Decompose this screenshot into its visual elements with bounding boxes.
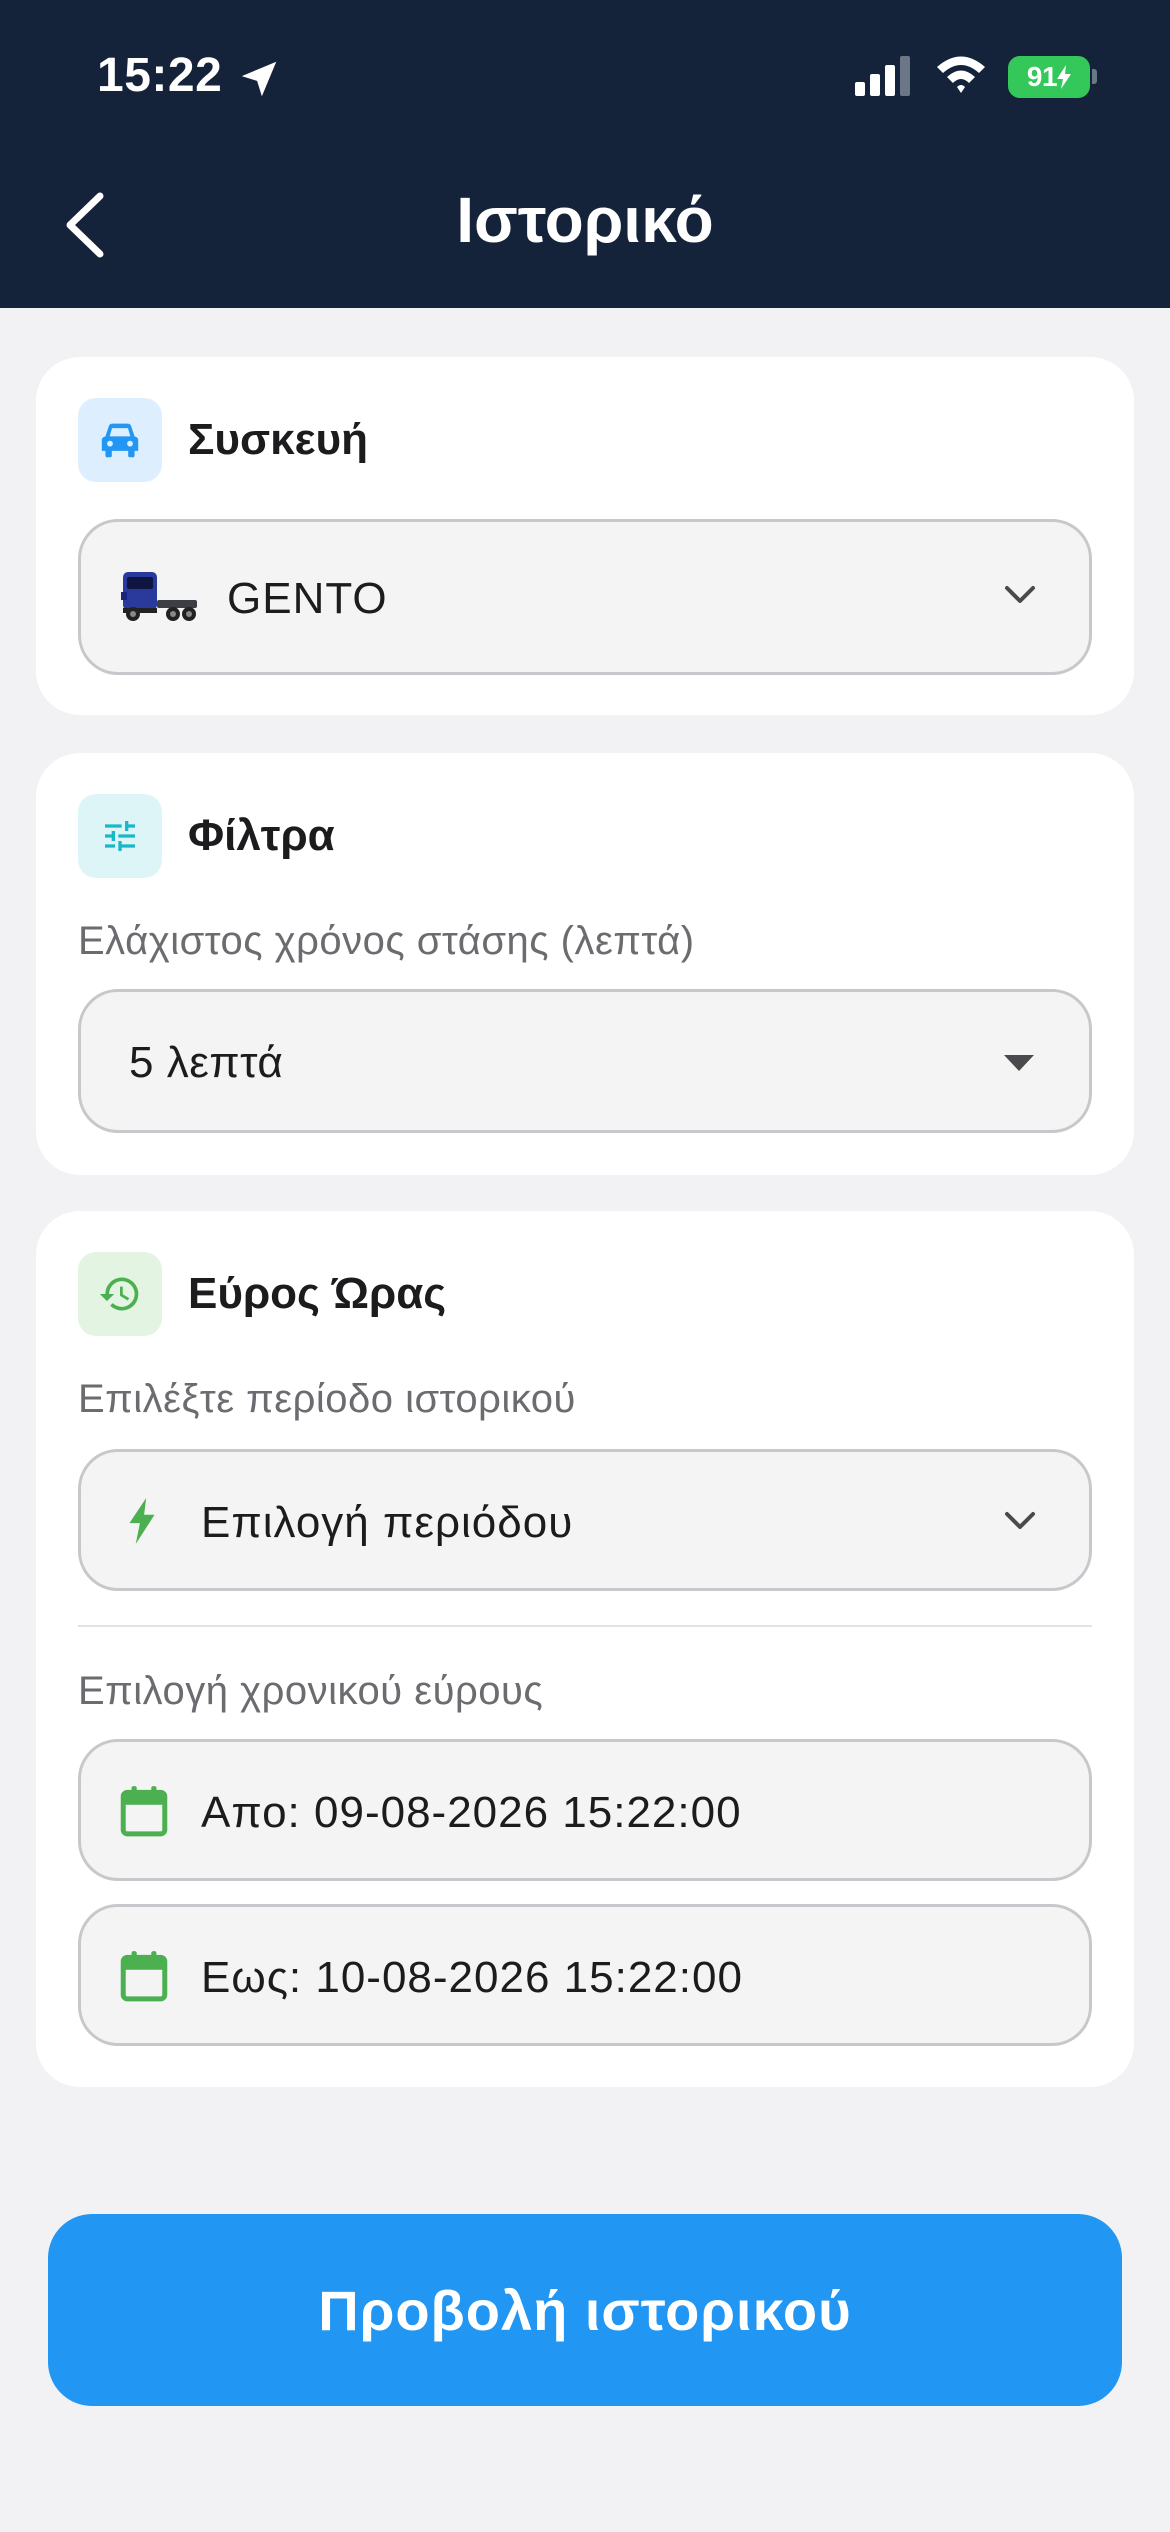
car-icon bbox=[101, 423, 139, 458]
device-section-title: Συσκευή bbox=[188, 415, 369, 464]
from-date-field[interactable]: Απο: 09-08-2026 15:22:00 bbox=[78, 1739, 1092, 1881]
device-card: Συσκευή GENTO bbox=[36, 357, 1134, 715]
chevron-down-icon bbox=[1005, 1512, 1035, 1529]
range-label: Επιλογή χρονικού εύρους bbox=[78, 1669, 544, 1713]
min-stop-label: Ελάχιστος χρόνος στάσης (λεπτά) bbox=[78, 919, 695, 963]
min-stop-value: 5 λεπτά bbox=[129, 1038, 284, 1087]
page-title: Ιστορικό bbox=[456, 184, 714, 256]
view-history-button[interactable]: Προβολή ιστορικού bbox=[48, 2214, 1122, 2406]
truck-icon bbox=[121, 572, 197, 621]
app-header: 15:22 91 Ιστορικό bbox=[0, 0, 1170, 308]
status-time: 15:22 bbox=[97, 49, 223, 102]
device-select[interactable]: GENTO bbox=[78, 519, 1092, 675]
cellular-signal-icon bbox=[855, 56, 910, 96]
history-clock-icon bbox=[99, 1277, 139, 1311]
chevron-down-icon bbox=[1005, 586, 1035, 603]
history-icon-badge bbox=[78, 1252, 162, 1336]
location-arrow-icon bbox=[241, 61, 277, 97]
dropdown-triangle-icon bbox=[1004, 1055, 1034, 1071]
to-date-field[interactable]: Εως: 10-08-2026 15:22:00 bbox=[78, 1904, 1092, 2046]
filter-icon-badge bbox=[78, 794, 162, 878]
period-select[interactable]: Επιλογή περιόδου bbox=[78, 1449, 1092, 1591]
battery-level: 91 bbox=[1026, 61, 1058, 92]
selected-device: GENTO bbox=[227, 574, 388, 623]
period-value: Επιλογή περιόδου bbox=[201, 1498, 574, 1547]
wifi-icon bbox=[937, 56, 985, 93]
from-date-value: Απο: 09-08-2026 15:22:00 bbox=[201, 1788, 742, 1837]
time-range-section-title: Εύρος Ώρας bbox=[188, 1269, 447, 1318]
lightning-bolt-icon bbox=[129, 1498, 155, 1544]
car-icon-badge bbox=[78, 398, 162, 482]
to-date-value: Εως: 10-08-2026 15:22:00 bbox=[201, 1953, 743, 2002]
section-divider bbox=[78, 1625, 1092, 1627]
time-range-card: Εύρος Ώρας Επιλέξτε περίοδο ιστορικού Επ… bbox=[36, 1211, 1134, 2087]
charging-bolt-icon bbox=[1057, 65, 1072, 89]
calendar-icon bbox=[120, 1786, 168, 1837]
min-stop-select[interactable]: 5 λεπτά bbox=[78, 989, 1092, 1133]
battery-cap bbox=[1092, 69, 1097, 84]
view-history-label: Προβολή ιστορικού bbox=[318, 2278, 852, 2342]
battery-indicator: 91 bbox=[1008, 56, 1090, 98]
period-label: Επιλέξτε περίοδο ιστορικού bbox=[78, 1377, 576, 1421]
filters-card: Φίλτρα Ελάχιστος χρόνος στάσης (λεπτά) 5… bbox=[36, 753, 1134, 1175]
tune-sliders-icon bbox=[105, 821, 135, 851]
calendar-icon bbox=[120, 1951, 168, 2002]
filters-section-title: Φίλτρα bbox=[188, 811, 335, 860]
